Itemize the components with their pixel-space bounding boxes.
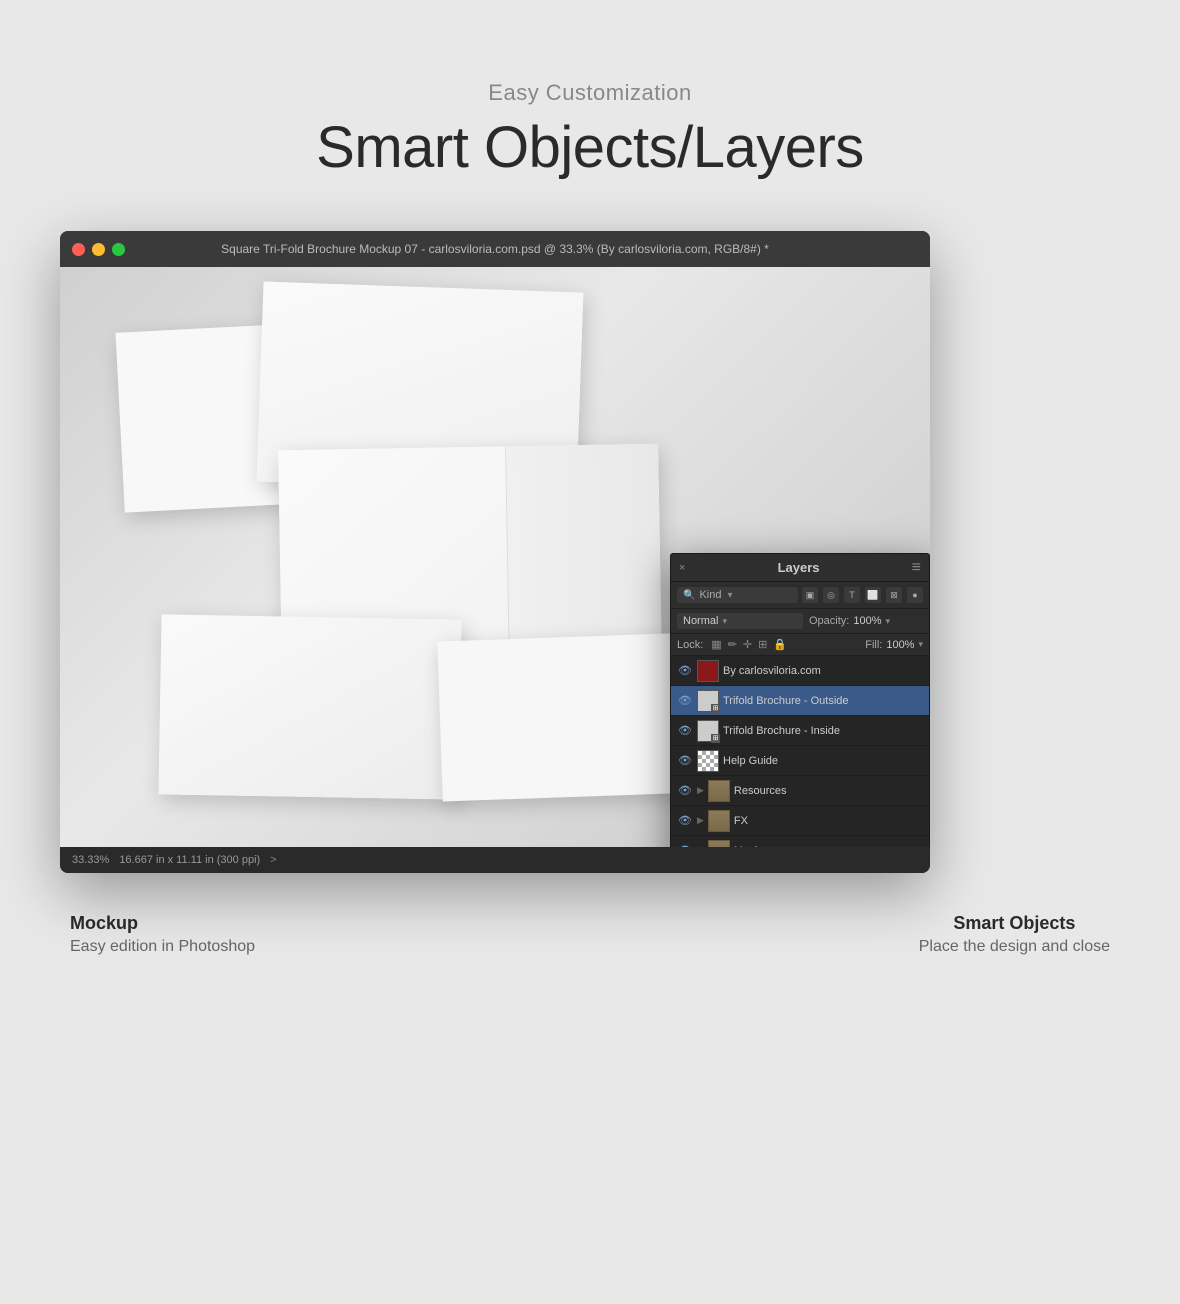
ps-canvas: × Layers ≡ 🔍 Kind ▾ ▣ ◎ T ⬜	[60, 267, 930, 847]
layer-name-label: Trifold Brochure - Outside	[723, 695, 923, 707]
ps-window-title: Square Tri-Fold Brochure Mockup 07 - car…	[221, 242, 769, 256]
search-icon: 🔍	[683, 590, 695, 601]
layer-name-label: Resources	[734, 785, 923, 797]
filter-text-icon[interactable]: T	[844, 587, 860, 603]
layer-item[interactable]: 👁 By carlosviloria.com	[671, 656, 929, 686]
mockup-label-desc: Easy edition in Photoshop	[70, 938, 255, 956]
opacity-row: Opacity: 100% ▾	[809, 615, 923, 627]
layer-name-label: By carlosviloria.com	[723, 665, 923, 677]
layer-visibility-eye[interactable]: 👁	[677, 663, 693, 679]
layers-blend-row: Normal ▾ Opacity: 100% ▾	[671, 609, 929, 634]
fill-row: Fill: 100% ▾	[865, 639, 923, 651]
ps-minimize-btn[interactable]	[92, 243, 105, 256]
layer-visibility-eye[interactable]: 👁	[677, 753, 693, 769]
layer-item[interactable]: 👁 Help Guide	[671, 746, 929, 776]
layers-titlebar: × Layers ≡	[671, 554, 929, 582]
layer-thumbnail: ⊞	[697, 720, 719, 742]
layer-item[interactable]: 👁⊞ Trifold Brochure - Outside	[671, 686, 929, 716]
filter-smart-icon[interactable]: ⊠	[886, 587, 902, 603]
layer-visibility-eye[interactable]: 👁	[677, 723, 693, 739]
layer-name-label: Trifold Brochure - Inside	[723, 725, 923, 737]
filter-dot-icon[interactable]: ●	[907, 587, 923, 603]
layers-filter-row: 🔍 Kind ▾ ▣ ◎ T ⬜ ⊠ ●	[671, 582, 929, 609]
ps-maximize-btn[interactable]	[112, 243, 125, 256]
layers-lock-row: Lock: ▦ ✏ ✛ ⊞ 🔒 Fill: 100% ▾	[671, 634, 929, 656]
layer-expand-icon[interactable]: ▶	[697, 815, 704, 826]
filter-shape-icon[interactable]: ⬜	[865, 587, 881, 603]
header-title: Smart Objects/Layers	[316, 114, 864, 181]
ps-titlebar: Square Tri-Fold Brochure Mockup 07 - car…	[60, 231, 930, 267]
layer-thumbnail	[697, 660, 719, 682]
layer-visibility-eye[interactable]: 👁	[677, 693, 693, 709]
header-subtitle: Easy Customization	[316, 80, 864, 106]
layer-item[interactable]: 👁⊞ Trifold Brochure - Inside	[671, 716, 929, 746]
filter-chevron-icon: ▾	[727, 590, 732, 601]
blend-mode-select[interactable]: Normal ▾	[677, 613, 803, 629]
layer-item[interactable]: 👁 ▶ FX	[671, 806, 929, 836]
label-left: Mockup Easy edition in Photoshop	[70, 913, 255, 956]
label-right: Smart Objects Place the design and close	[919, 913, 1110, 956]
main-content: Square Tri-Fold Brochure Mockup 07 - car…	[60, 231, 1120, 956]
fill-chevron-icon: ▾	[918, 639, 923, 650]
mockup-label-title: Mockup	[70, 913, 255, 934]
smart-objects-label-desc: Place the design and close	[919, 938, 1110, 956]
layer-name-label: Help Guide	[723, 755, 923, 767]
ps-zoom-level: 33.33%	[72, 854, 109, 866]
layer-name-label: FX	[734, 815, 923, 827]
lock-all-icon[interactable]: 🔒	[773, 638, 787, 651]
layers-title: Layers	[778, 560, 820, 575]
filter-pixel-icon[interactable]: ▣	[802, 587, 818, 603]
blend-chevron-icon: ▾	[722, 616, 727, 627]
opacity-value: 100%	[853, 615, 881, 627]
filter-kind-label: Kind	[699, 589, 721, 601]
fill-value: 100%	[886, 639, 914, 651]
paper-5	[437, 633, 702, 802]
filter-adj-icon[interactable]: ◎	[823, 587, 839, 603]
layer-item[interactable]: 👁 ▶ Resources	[671, 776, 929, 806]
layer-visibility-eye[interactable]: 👁	[677, 813, 693, 829]
lock-checkerboard-icon[interactable]: ▦	[711, 638, 721, 651]
paper-4	[158, 614, 461, 799]
ps-statusbar: 33.33% 16.667 in x 11.11 in (300 ppi) >	[60, 847, 930, 873]
layers-menu-icon[interactable]: ≡	[912, 559, 921, 577]
opacity-label: Opacity:	[809, 615, 849, 627]
lock-artboard-icon[interactable]: ⊞	[758, 638, 767, 651]
filter-icons: ▣ ◎ T ⬜ ⊠ ●	[802, 587, 923, 603]
lock-icons: ▦ ✏ ✛ ⊞ 🔒	[711, 638, 787, 651]
layer-visibility-eye[interactable]: 👁	[677, 783, 693, 799]
smart-objects-label-title: Smart Objects	[919, 913, 1110, 934]
ps-window: Square Tri-Fold Brochure Mockup 07 - car…	[60, 231, 930, 873]
layer-thumbnail	[708, 840, 730, 848]
lock-label: Lock:	[677, 639, 703, 651]
layers-close-icon[interactable]: ×	[679, 562, 685, 574]
layer-thumbnail	[697, 750, 719, 772]
lock-move-icon[interactable]: ✛	[743, 638, 752, 651]
fill-label: Fill:	[865, 639, 882, 651]
layers-kind-filter[interactable]: 🔍 Kind ▾	[677, 587, 798, 603]
layer-thumbnail	[708, 780, 730, 802]
layer-name-label: Mockup	[734, 845, 923, 848]
layer-thumbnail	[708, 810, 730, 832]
layer-visibility-eye[interactable]: 👁	[677, 843, 693, 848]
blend-mode-label: Normal	[683, 615, 718, 627]
layer-items-container: 👁By carlosviloria.com👁⊞Trifold Brochure …	[671, 656, 929, 847]
ps-dimensions: 16.667 in x 11.11 in (300 ppi)	[119, 854, 260, 866]
ps-statusbar-arrow-icon[interactable]: >	[270, 854, 276, 866]
opacity-chevron-icon: ▾	[886, 616, 891, 627]
labels-row: Mockup Easy edition in Photoshop Smart O…	[60, 913, 1120, 956]
layers-panel: × Layers ≡ 🔍 Kind ▾ ▣ ◎ T ⬜	[670, 553, 930, 847]
layer-thumbnail: ⊞	[697, 690, 719, 712]
layer-expand-icon[interactable]: ▶	[697, 845, 704, 847]
layer-item[interactable]: 👁 ▶ Mockup	[671, 836, 929, 847]
ps-close-btn[interactable]	[72, 243, 85, 256]
header-section: Easy Customization Smart Objects/Layers	[316, 80, 864, 181]
lock-brush-icon[interactable]: ✏	[728, 638, 737, 651]
layer-expand-icon[interactable]: ▶	[697, 785, 704, 796]
ps-traffic-lights	[72, 243, 125, 256]
